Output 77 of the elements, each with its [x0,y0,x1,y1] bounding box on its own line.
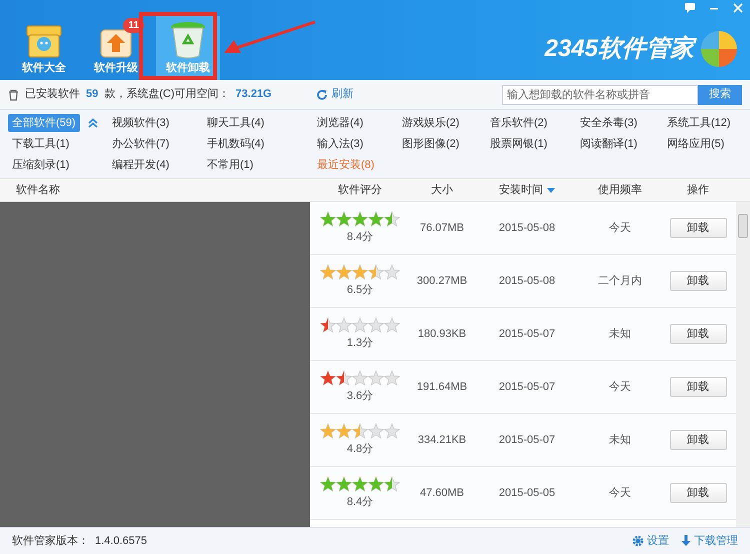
collapse-chevron-icon[interactable] [88,118,98,128]
nav-tab[interactable]: 软件升级 11 [84,16,148,80]
score-text: 1.3分 [346,336,374,351]
score-text: 6.5分 [346,282,374,298]
category-link[interactable]: 浏览器(4) [313,114,368,132]
column-header: 操作 [686,182,710,198]
download-icon [681,535,691,547]
version-number: 1.4.0.6575 [95,534,147,549]
disk-space-label: 款，系统盘(C)可用空间： [104,86,230,102]
category-link[interactable]: 编程开发(4) [108,156,174,174]
usage-cell-text: 今天 [608,380,632,395]
category-link[interactable]: 网络应用(5) [663,135,728,153]
column-header: 使用频率 [597,182,643,198]
usage-cell-text: 今天 [608,220,632,236]
usage-cell-text: 未知 [608,326,632,342]
size-cell-text: 300.27MB [416,274,468,289]
size-cell-text: 47.60MB [418,486,466,501]
category-link[interactable]: 安全杀毒(3) [576,114,642,132]
date-cell-text: 2015-05-07 [498,326,556,342]
date-cell-text: 2015-05-07 [498,380,556,395]
category-link[interactable]: 系统工具(12) [663,114,735,132]
date-cell-text: 2015-05-05 [498,486,556,501]
download-manager-link[interactable]: 下载管理 [681,532,738,550]
category-link[interactable]: 图形图像(2) [398,135,464,153]
uninstall-button[interactable]: 卸载 [670,430,726,450]
category-link[interactable]: 下载工具(1) [8,135,74,153]
column-header: 大小 [430,182,454,198]
score-text: 8.4分 [346,494,374,510]
logo-icon [700,30,738,68]
uninstall-button[interactable]: 卸载 [670,271,726,291]
column-header: 软件评分 [337,182,383,198]
usage-cell-text: 未知 [608,432,632,448]
uninstall-button[interactable]: 卸载 [670,483,726,503]
free-space-value: 73.21G [236,87,272,102]
settings-link[interactable]: 设置 [632,532,669,550]
close-icon[interactable] [732,2,744,14]
installed-count: 59 [86,87,98,102]
uninstall-button[interactable]: 卸载 [670,324,726,344]
scrollbar[interactable] [736,202,750,527]
category-link[interactable]: 聊天工具(4) [203,114,268,132]
column-header: 安装时间 [474,182,580,198]
category-link[interactable]: 输入法(3) [313,135,368,153]
trash-icon [8,88,19,100]
date-cell-text: 2015-05-07 [498,432,556,448]
installed-label: 已安装软件 [25,86,80,102]
category-link[interactable]: 手机数码(4) [203,135,268,153]
category-link[interactable]: 不常用(1) [203,156,258,174]
date-cell-text: 2015-05-08 [498,274,556,289]
settings-icon [632,535,644,547]
uninstall-button[interactable]: 卸载 [670,218,726,238]
sort-caret-icon [547,188,555,192]
nav-tab[interactable]: 软件大全 [12,16,76,80]
refresh-button[interactable]: 刷新 [316,86,354,103]
category-link[interactable]: 游戏娱乐(2) [398,114,464,132]
category-link[interactable]: 视频软件(3) [108,114,174,132]
score-text: 8.4分 [346,230,374,245]
score-text: 4.8分 [346,442,374,457]
search-field[interactable]: 输入想卸载的软件名称或拼音 [502,84,698,104]
size-cell-text: 76.07MB [418,220,466,236]
column-header: 软件名称 [15,182,61,198]
category-link[interactable]: 压缩刻录(1) [8,156,74,174]
scrollbar-thumb[interactable] [738,214,748,238]
category-link[interactable]: 股票网银(1) [486,135,552,153]
category-link[interactable]: 办公软件(7) [108,135,174,153]
date-cell-text: 2015-05-08 [498,220,556,236]
usage-cell-text: 二个月内 [597,274,643,289]
refresh-icon [316,88,328,100]
size-cell-text: 180.93KB [416,326,468,342]
size-cell-text: 191.64MB [416,380,468,395]
uninstall-button[interactable]: 卸载 [670,377,726,397]
category-link[interactable]: 阅读翻译(1) [576,135,642,153]
category-link[interactable]: 音乐软件(2) [486,114,552,132]
score-text: 3.6分 [346,388,374,404]
usage-cell-text: 今天 [608,486,632,501]
feedback-icon[interactable] [684,2,696,14]
size-cell-text: 334.21KB [416,432,468,448]
version-label: 软件管家版本： [12,534,89,549]
